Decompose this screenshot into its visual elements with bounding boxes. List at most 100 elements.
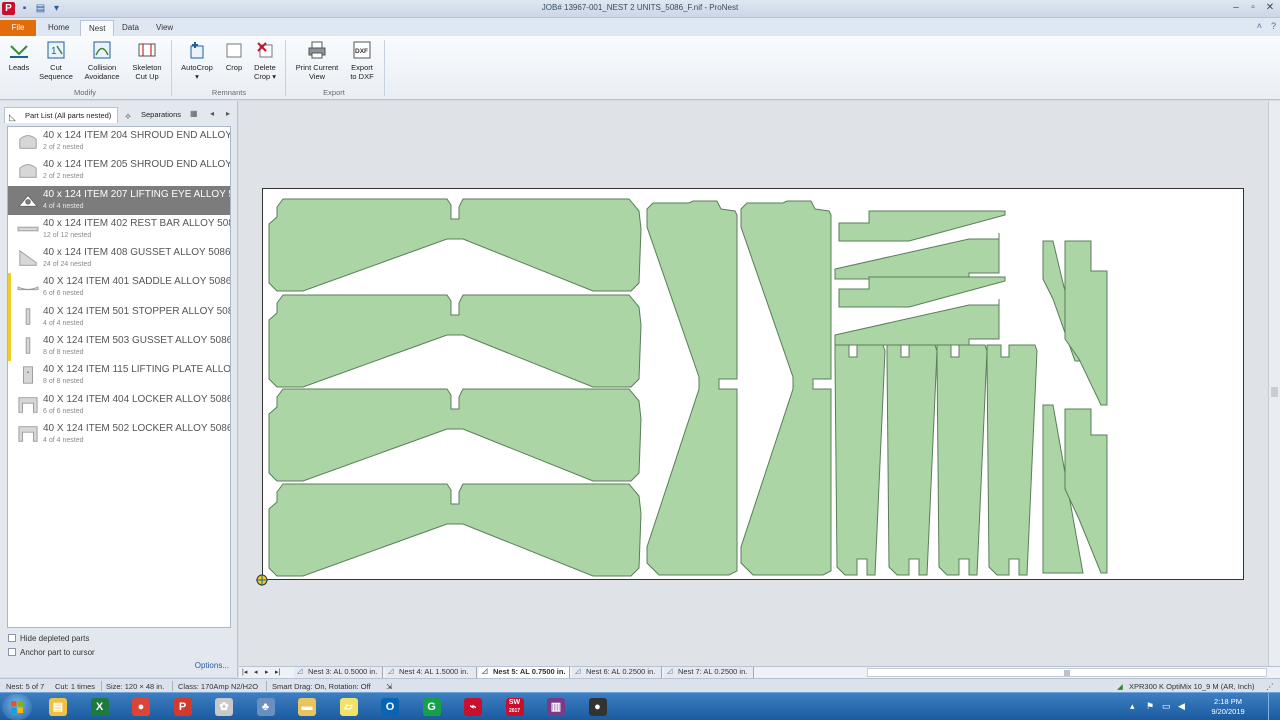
tab-file[interactable]: File <box>0 20 36 36</box>
prev-nest-icon[interactable]: ◂ <box>254 668 258 676</box>
list-item[interactable]: 40 X 124 ITEM 115 LIFTING PLATE ALLOY 50… <box>8 361 230 390</box>
taskbar-app-winrar[interactable]: ▥ <box>538 695 574 719</box>
scroll-thumb[interactable] <box>1271 387 1278 397</box>
taskbar-app-sticky-notes[interactable]: ▱ <box>331 695 367 719</box>
list-item[interactable]: 40 x 124 ITEM 207 LIFTING EYE ALLOY 5086… <box>8 185 230 215</box>
nest-tab[interactable]: ◿ Nest 4: AL 1.5000 in. <box>385 667 477 678</box>
smart-drag-icon[interactable]: ⇲ <box>386 682 392 691</box>
taskbar-app-grammarly[interactable]: G <box>414 695 450 719</box>
crop-button[interactable]: Crop <box>222 40 246 72</box>
taskbar-app-file-explorer[interactable]: ▬ <box>289 695 325 719</box>
skeleton-cut-up-button[interactable]: Skeleton Cut Up <box>128 40 166 81</box>
part-thumbnail-icon <box>25 308 31 325</box>
taskbar-app-pronest[interactable]: P <box>165 695 201 719</box>
taskbar-app-excel[interactable]: X <box>82 695 118 719</box>
scroll-thumb[interactable] <box>1064 670 1070 676</box>
list-item[interactable]: 40 x 124 ITEM 204 SHROUD END ALLOY 5086 2… <box>8 127 230 156</box>
tab-data[interactable]: Data <box>114 20 147 36</box>
tab-nest[interactable]: Nest <box>80 20 115 36</box>
taskbar-app-chrome[interactable]: ● <box>123 695 159 719</box>
scroll-left-icon[interactable]: ◂ <box>210 109 214 118</box>
autocrop-button[interactable]: AutoCrop ▾ <box>178 40 216 81</box>
anchor-part-checkbox[interactable]: Anchor part to cursor <box>8 648 95 657</box>
taskbar-app-solidworks[interactable]: SW 2017 <box>497 695 533 719</box>
palette-icon[interactable]: ▦ <box>190 109 198 118</box>
tab-separations[interactable]: ⟡ Separations <box>121 107 191 123</box>
list-item[interactable]: 40 X 124 ITEM 503 GUSSET ALLOY 5086 8 of … <box>8 332 230 362</box>
taskbar-app-app5[interactable]: ✿ <box>206 695 242 719</box>
clock[interactable]: 2:18 PM 9/20/2019 <box>1206 697 1250 717</box>
nested-part[interactable] <box>834 344 886 576</box>
start-button[interactable] <box>2 694 32 720</box>
group-label-remnants: Remnants <box>211 88 247 97</box>
list-item[interactable]: 40 X 124 ITEM 401 SADDLE ALLOY 5086 6 of … <box>8 273 230 303</box>
part-thumbnail-icon <box>18 396 38 413</box>
nested-part[interactable] <box>268 388 642 482</box>
nest-sheet[interactable] <box>262 188 1244 580</box>
nest-view[interactable] <box>239 101 1280 677</box>
pronest-icon: P <box>173 698 192 716</box>
part-name: 40 x 124 ITEM 204 SHROUD END ALLOY 5086 <box>43 130 231 141</box>
nested-part[interactable] <box>886 344 938 576</box>
list-item[interactable]: 40 x 124 ITEM 408 GUSSET ALLOY 5086 24 of… <box>8 244 230 273</box>
nested-part[interactable] <box>838 210 1006 242</box>
nested-part[interactable] <box>268 294 642 388</box>
sticky-notes-icon: ▱ <box>339 698 358 716</box>
options-link[interactable]: Options... <box>195 661 229 670</box>
vertical-scrollbar[interactable] <box>1268 101 1280 667</box>
restore-icon[interactable]: ▫ <box>1245 1 1261 15</box>
nested-part[interactable] <box>1064 240 1108 406</box>
nested-part[interactable] <box>646 200 738 576</box>
windows-logo-icon <box>11 701 23 713</box>
nested-part[interactable] <box>936 344 988 576</box>
tab-view[interactable]: View <box>148 20 181 36</box>
collision-avoidance-button[interactable]: Collision Avoidance <box>82 40 122 81</box>
checkbox-box[interactable] <box>8 648 16 656</box>
list-item[interactable]: 40 x 124 ITEM 402 REST BAR ALLOY 5086 12 … <box>8 215 230 244</box>
first-nest-icon[interactable]: |◂ <box>242 668 247 676</box>
last-nest-icon[interactable]: ▸| <box>275 668 280 676</box>
nested-part[interactable] <box>740 200 832 576</box>
flag-icon[interactable]: ⚑ <box>1146 701 1154 712</box>
cut-sequence-button[interactable]: 1 Cut Sequence <box>38 40 74 81</box>
volume-icon[interactable]: ◀ <box>1178 701 1185 712</box>
tab-home[interactable]: Home <box>40 20 77 36</box>
minimize-icon[interactable]: – <box>1228 1 1244 15</box>
export-to-dxf-button[interactable]: DXF Export to DXF <box>346 40 378 81</box>
nested-part[interactable] <box>986 344 1038 576</box>
nested-part[interactable] <box>838 276 1006 308</box>
taskbar-app-app6[interactable]: ♣ <box>248 695 284 719</box>
taskbar-app-recorder[interactable]: ● <box>580 695 616 719</box>
list-item[interactable]: 40 X 124 ITEM 404 LOCKER ALLOY 5086 6 of … <box>8 391 230 420</box>
nest-tab[interactable]: ◿ Nest 5: AL 0.7500 in. <box>479 667 570 678</box>
part-list[interactable]: 40 x 124 ITEM 204 SHROUD END ALLOY 5086 2… <box>7 126 231 628</box>
nested-part[interactable] <box>268 483 642 577</box>
leads-button[interactable]: Leads <box>4 40 34 72</box>
scroll-right-icon[interactable]: ▸ <box>226 109 230 118</box>
horizontal-scrollbar[interactable] <box>867 668 1267 677</box>
show-desktop-button[interactable] <box>1268 693 1280 720</box>
list-item[interactable]: 40 x 124 ITEM 205 SHROUD END ALLOY 5086 2… <box>8 156 230 185</box>
minimize-ribbon-icon[interactable]: ˄ <box>1257 21 1262 31</box>
list-item[interactable]: 40 X 124 ITEM 501 STOPPER ALLOY 5086 4 of… <box>8 302 230 333</box>
tab-part-list[interactable]: ◺ Part List (All parts nested) <box>4 107 118 123</box>
nest-tab[interactable]: ◿ Nest 3: AL 0.5000 in. <box>294 667 383 678</box>
close-icon[interactable]: ✕ <box>1262 1 1278 15</box>
delete-crop-button[interactable]: Delete Crop ▾ <box>250 40 280 81</box>
print-current-view-button[interactable]: Print Current View <box>290 40 344 81</box>
taskbar-app-outlook[interactable]: O <box>372 695 408 719</box>
nest-tab[interactable]: ◿ Nest 7: AL 0.2500 in. <box>664 667 754 678</box>
nested-part[interactable] <box>268 198 642 292</box>
help-icon[interactable]: ? <box>1271 21 1276 31</box>
part-thumbnail-icon <box>19 164 37 179</box>
status-cut: Cut: 1 times <box>55 682 96 691</box>
taskbar-app-acrobat[interactable]: ⌁ <box>455 695 491 719</box>
list-item[interactable]: 40 X 124 ITEM 502 LOCKER ALLOY 5086 4 of … <box>8 420 230 449</box>
nest-tab[interactable]: ◿ Nest 6: AL 0.2500 in. <box>572 667 662 678</box>
taskbar-app-windows-explorer[interactable]: ▤ <box>40 695 76 719</box>
tray-expand-icon[interactable]: ▴ <box>1130 701 1135 712</box>
network-icon[interactable]: ▭ <box>1162 701 1171 712</box>
next-nest-icon[interactable]: ▸ <box>265 668 269 676</box>
checkbox-box[interactable] <box>8 634 16 642</box>
hide-depleted-checkbox[interactable]: Hide depleted parts <box>8 634 89 643</box>
